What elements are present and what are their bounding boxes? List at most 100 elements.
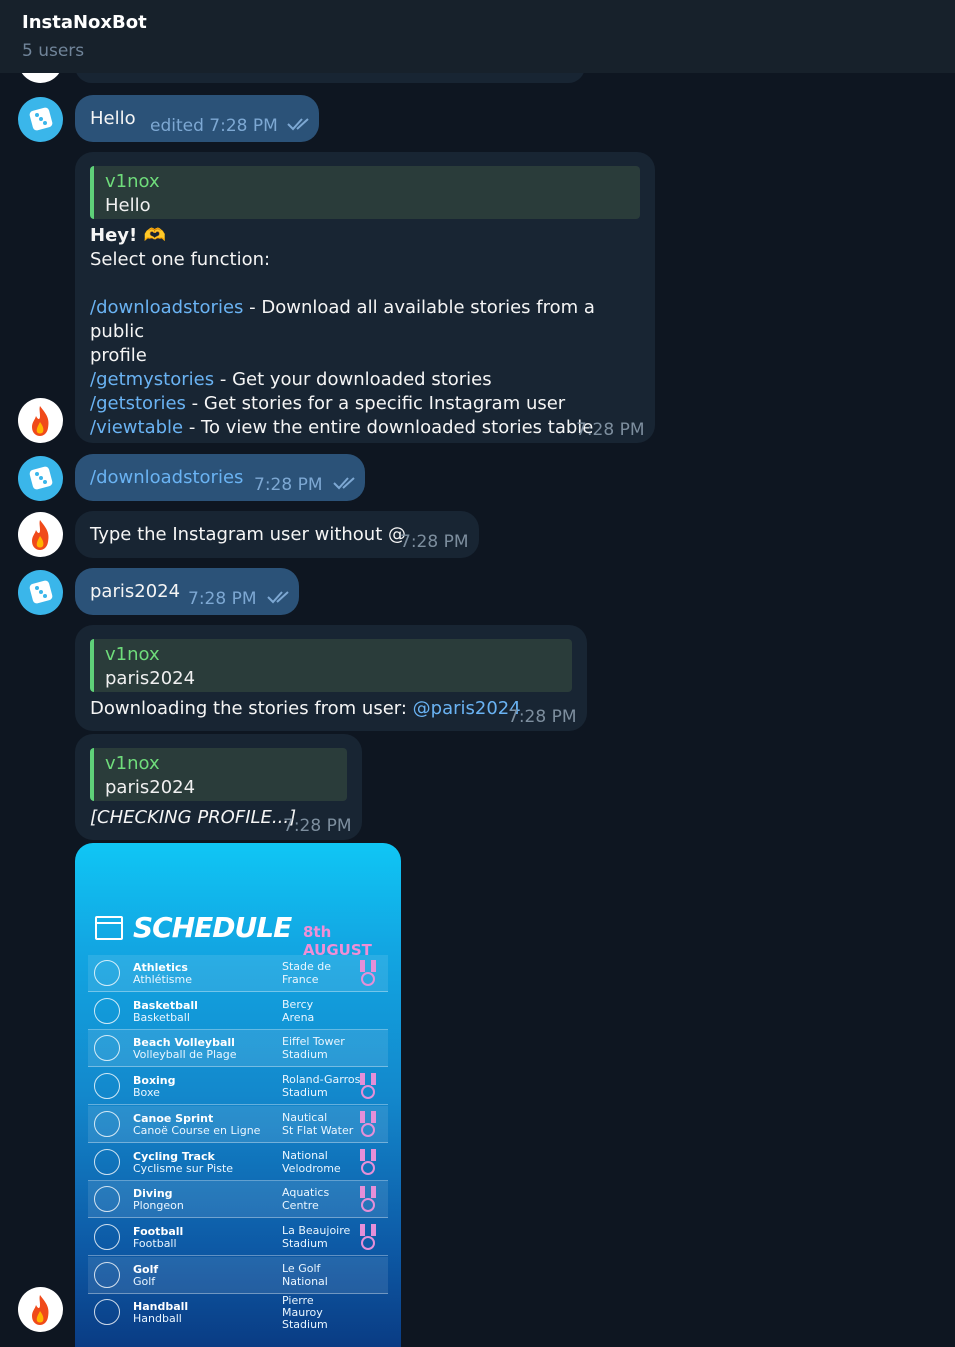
sport-name-en: Golf (133, 1262, 159, 1276)
quote-author: v1nox (105, 644, 160, 665)
schedule-row: Golf Golf Le Golf National (88, 1256, 388, 1294)
medal-event-icon (360, 1223, 376, 1252)
user-mention-link[interactable]: @paris2024 (413, 698, 521, 719)
schedule-row: Canoe Sprint Canoë Course en Ligne Nautica… (88, 1105, 388, 1143)
schedule-row: Beach Volleyball Volleyball de Plage Eiffe… (88, 1030, 388, 1068)
medal-event-icon (360, 1186, 376, 1214)
sport-pictogram-icon (94, 1035, 120, 1062)
command-link-getmystories[interactable]: /getmystories (90, 369, 214, 390)
bot-avatar[interactable] (18, 512, 63, 557)
venue-line-2: France (282, 973, 319, 986)
bot-avatar[interactable] (18, 1287, 63, 1332)
sport-name-fr: Basketball (133, 1010, 190, 1024)
sport-pictogram-icon (94, 1299, 120, 1326)
venue-line-2: Arena (282, 1010, 315, 1024)
bot-avatar[interactable] (18, 398, 63, 443)
sport-pictogram-icon (94, 1148, 120, 1175)
sport-name-fr: Handball (133, 1312, 182, 1326)
command-link-viewtable[interactable]: /viewtable (90, 417, 183, 438)
command-description: - Get stories for a specific Instagram u… (185, 393, 566, 414)
sport-pictogram-icon (94, 1223, 120, 1250)
fire-icon (32, 520, 49, 550)
venue-line-3: Stadium (282, 1318, 328, 1332)
read-checkmarks-icon (333, 477, 355, 490)
user-avatar[interactable] (18, 456, 63, 501)
sport-pictogram-icon (94, 1186, 120, 1213)
chat-member-count: 5 users (22, 41, 85, 61)
greeting-text: Hey! 🫶 (90, 225, 166, 246)
reply-quote[interactable]: v1nox paris2024 (90, 748, 347, 801)
quote-author: v1nox (105, 171, 160, 192)
schedule-row: Boxing Boxe Roland-Garros Stadium (88, 1068, 388, 1106)
medal-event-icon (360, 1110, 376, 1139)
outgoing-message[interactable]: Hello edited 7:28 PM (75, 95, 319, 142)
message-time: 7:28 PM (400, 532, 469, 552)
sport-name-fr: Volleyball de Plage (133, 1048, 237, 1062)
read-checkmarks-icon (267, 591, 289, 604)
message-text: Downloading the stories from user: (90, 698, 413, 719)
venue-line-1: Stade de (282, 960, 332, 973)
incoming-message[interactable]: Type the Instagram user without @ 7:28 P… (75, 511, 479, 558)
medal-event-icon (360, 960, 376, 988)
dice-icon (29, 466, 53, 490)
outgoing-message[interactable]: paris2024 7:28 PM (75, 568, 299, 615)
sport-name-fr: Canoë Course en Ligne (133, 1123, 261, 1137)
user-avatar[interactable] (18, 97, 63, 142)
command-link-getstories[interactable]: /getstories (90, 393, 186, 414)
story-image-schedule[interactable]: SCHEDULE 8th AUGUST Athletics Athlétisme S… (75, 843, 401, 1347)
chat-header[interactable]: InstaNoxBot 5 users (0, 0, 955, 73)
venue-line-1: Bercy (282, 997, 314, 1011)
message-text: Hello (90, 108, 136, 129)
venue-line-1: Eiffel Tower (282, 1035, 345, 1049)
venue-line-2: National (282, 1274, 328, 1288)
command-link-downloadstories[interactable]: /downloadstories (90, 297, 243, 318)
dice-icon (29, 580, 53, 604)
sport-pictogram-icon (94, 1261, 120, 1288)
sport-name-fr: Athlétisme (133, 973, 193, 986)
dice-icon (29, 107, 53, 131)
command-description: - Get your downloaded stories (214, 369, 492, 390)
sport-name-en: Cycling Track (133, 1149, 215, 1163)
venue-line-2: Velodrome (282, 1161, 341, 1175)
schedule-row: Basketball Basketball Bercy Arena (88, 993, 388, 1030)
quote-text: paris2024 (105, 777, 196, 798)
schedule-row: Athletics Athlétisme Stade de France (88, 955, 388, 992)
schedule-row: Cycling Track Cyclisme sur Piste National V… (88, 1144, 388, 1181)
bot-menu-message[interactable]: v1nox Hello Hey! 🫶 Select one function: … (75, 152, 655, 443)
sport-name-en: Basketball (133, 998, 198, 1012)
schedule-date: 8th AUGUST (303, 923, 372, 959)
fire-icon (32, 1295, 49, 1325)
outgoing-message[interactable]: /downloadstories 7:28 PM (75, 454, 365, 501)
quote-text: Hello (105, 195, 151, 216)
read-checkmarks-icon (287, 118, 309, 131)
sport-name-en: Canoe Sprint (133, 1111, 214, 1125)
message-text: Type the Instagram user without @ (90, 524, 406, 545)
sport-name-fr: Golf (133, 1274, 156, 1288)
venue-line-2: Centre (282, 1199, 319, 1213)
sport-name-fr: Boxe (133, 1086, 160, 1100)
venue-line-1: National (282, 1148, 328, 1162)
message-edited-time: edited 7:28 PM (150, 116, 278, 136)
message-time: 7:28 PM (508, 707, 577, 727)
venue-line-2: St Flat Water (282, 1123, 354, 1137)
message-command-text[interactable]: /downloadstories (90, 466, 243, 490)
medal-event-icon (360, 1148, 376, 1177)
prompt-text: Select one function: (90, 249, 271, 270)
message-time: 7:28 PM (188, 589, 257, 609)
user-avatar[interactable] (18, 570, 63, 615)
command-description: - To view the entire downloaded stories … (183, 417, 594, 438)
command-description-cont: profile (90, 345, 147, 366)
quote-text: paris2024 (105, 668, 196, 689)
incoming-message[interactable]: v1nox paris2024 [CHECKING PROFILE...] 7:… (75, 734, 362, 840)
sport-name-fr: Plongeon (133, 1199, 184, 1213)
venue-line-1: Roland-Garros (282, 1073, 361, 1087)
schedule-row: Handball Handball Pierre Mauroy Stadium (88, 1294, 388, 1331)
venue-line-2: Stadium (282, 1048, 328, 1062)
quote-author: v1nox (105, 753, 160, 774)
reply-quote[interactable]: v1nox Hello (90, 166, 640, 219)
medal-event-icon (360, 1073, 376, 1101)
incoming-message[interactable]: v1nox paris2024 Downloading the stories … (75, 625, 587, 731)
venue-line-1: Le Golf (282, 1261, 321, 1275)
message-text: [CHECKING PROFILE...] (90, 807, 297, 828)
reply-quote[interactable]: v1nox paris2024 (90, 639, 572, 692)
